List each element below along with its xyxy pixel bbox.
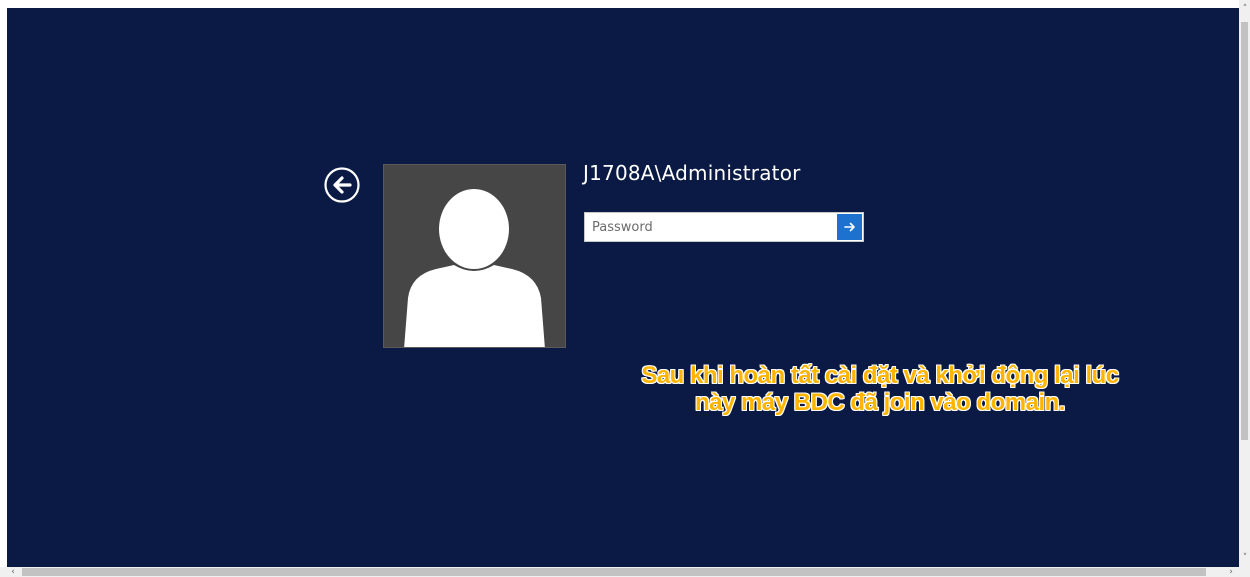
back-button[interactable] — [324, 167, 360, 203]
browser-viewport: J1708A\Administrator Sau khi hoàn tất cà… — [0, 0, 1250, 577]
scroll-down-icon[interactable]: ˅ — [1240, 553, 1250, 563]
horizontal-scrollbar-thumb[interactable] — [22, 568, 1206, 576]
annotation-line-2: này máy BDC đã join vào domain. — [695, 389, 1065, 416]
login-screen — [7, 8, 1239, 567]
submit-button[interactable] — [837, 214, 862, 240]
arrow-left-circle-icon — [324, 167, 360, 203]
scroll-left-icon[interactable]: ‹ — [8, 567, 18, 577]
arrow-right-icon — [843, 222, 855, 232]
vertical-scrollbar-thumb[interactable] — [1241, 22, 1248, 440]
annotation-line-1: Sau khi hoàn tất cài đặt và khởi động lạ… — [641, 362, 1119, 389]
password-field[interactable] — [584, 212, 864, 242]
annotation-caption: Sau khi hoàn tất cài đặt và khởi động lạ… — [600, 362, 1160, 416]
username: J1708A\Administrator — [583, 161, 801, 185]
avatar — [383, 164, 566, 348]
scroll-up-icon[interactable]: ˄ — [1240, 4, 1250, 14]
user-silhouette-icon — [404, 189, 545, 347]
password-input[interactable] — [585, 213, 835, 241]
scroll-right-icon[interactable]: › — [1226, 567, 1236, 577]
